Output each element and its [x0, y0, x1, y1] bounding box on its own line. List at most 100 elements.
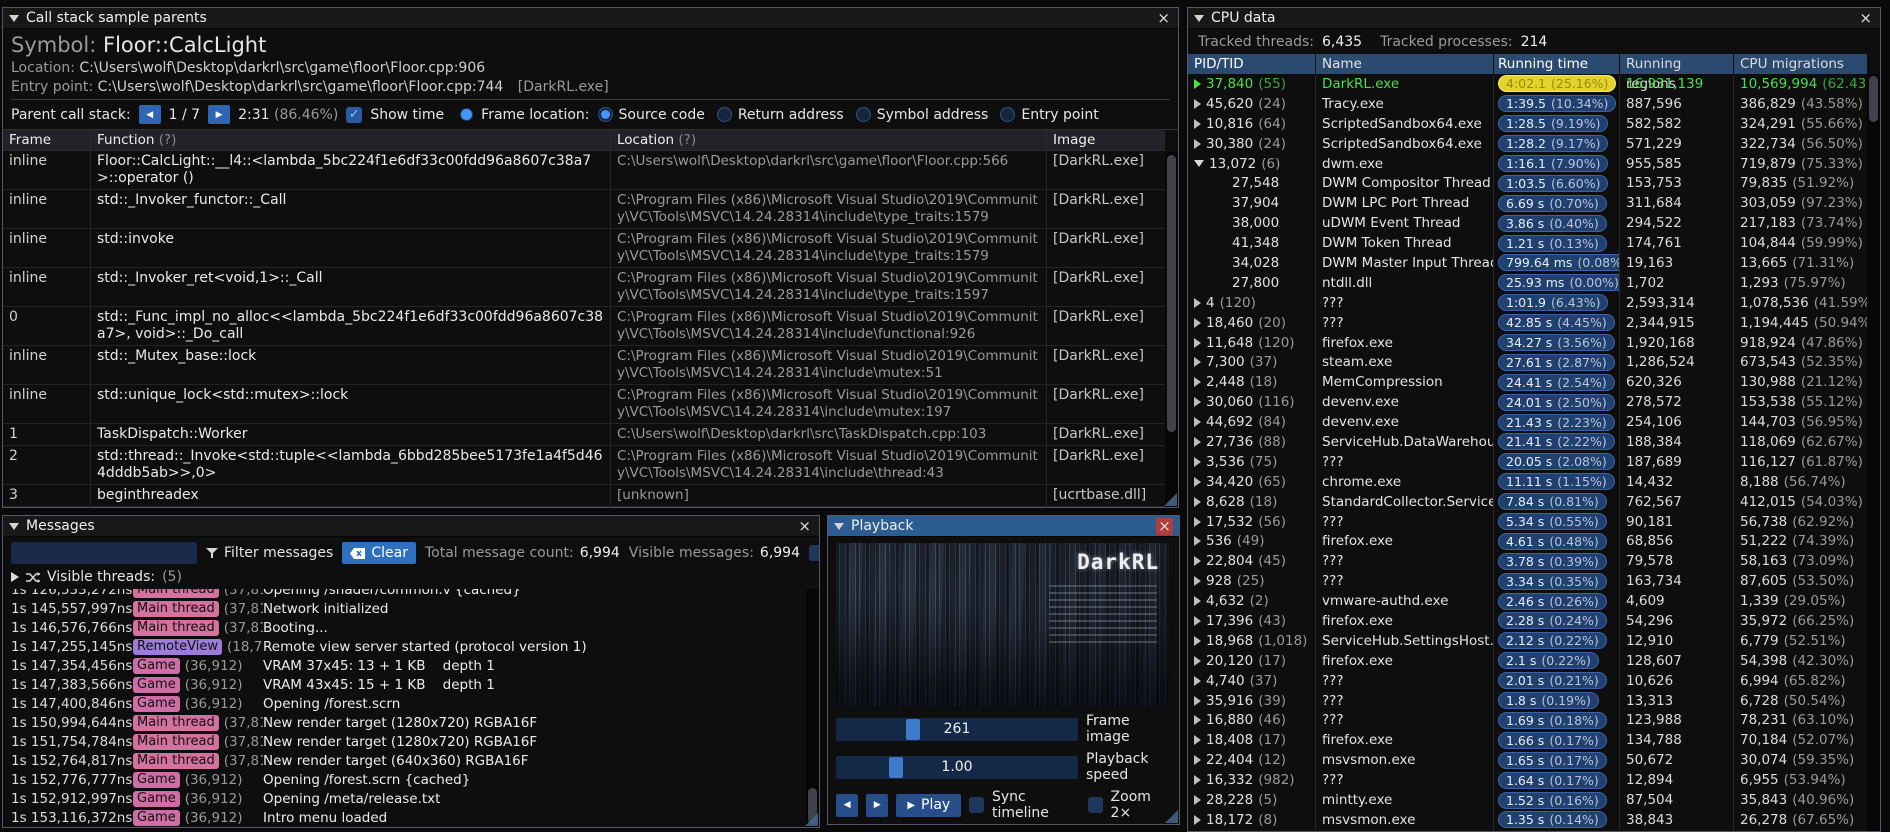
frame-location-radio[interactable]: Symbol address — [855, 107, 988, 123]
message-row[interactable]: 1s 126,533,272nsMain thread (37,812)Openi… — [11, 589, 805, 599]
column-header-location[interactable]: Location (?) — [611, 130, 1047, 151]
column-header-frame[interactable]: Frame — [3, 130, 91, 151]
callstack-table-row[interactable]: inline Floor::CalcLight::__l4::<lambda_5b… — [3, 151, 1165, 190]
clear-button[interactable]: Clear — [342, 542, 416, 564]
tree-expand-icon[interactable] — [11, 572, 19, 582]
expand-arrow-icon[interactable] — [1194, 476, 1201, 487]
cpu-table-row[interactable]: 13,072 (6) dwm.exe 1:16.1 (7.90%) 955,585 719,… — [1188, 153, 1867, 174]
next-parent-button[interactable]: ▶ — [208, 105, 231, 124]
visible-threads-row[interactable]: Visible threads: (5) — [3, 568, 819, 589]
close-icon[interactable]: × — [1156, 517, 1173, 535]
expand-arrow-icon[interactable] — [1194, 715, 1201, 726]
collapse-arrow-icon[interactable] — [834, 522, 844, 530]
sync-timeline-checkbox[interactable] — [969, 797, 984, 813]
prev-frame-button[interactable]: ◀ — [836, 793, 859, 817]
zoom-2x-checkbox[interactable] — [1087, 797, 1103, 813]
resize-grip[interactable] — [1164, 493, 1177, 506]
expand-arrow-icon[interactable] — [1194, 317, 1201, 328]
cpu-table-row[interactable]: 41,348 DWM Token Thread 1.21 s (0.13%) 174,7… — [1188, 233, 1867, 254]
close-icon[interactable]: × — [1857, 10, 1874, 26]
expand-arrow-icon[interactable] — [1194, 576, 1201, 587]
cpu-table-row[interactable]: 30,380 (24) ScriptedSandbox64.exe 1:28.2 (9.… — [1188, 133, 1867, 154]
filter-input[interactable] — [11, 542, 197, 564]
help-marker[interactable]: (?) — [678, 132, 696, 148]
cpu-table-row[interactable]: 928 (25)??? 3.34 s (0.35%) 163,734 87,605 (53.… — [1188, 571, 1867, 592]
expand-arrow-icon[interactable] — [1194, 596, 1201, 607]
expand-arrow-icon[interactable] — [1194, 516, 1201, 527]
column-header-pid-tid[interactable]: PID/TID — [1188, 54, 1316, 74]
expand-arrow-icon[interactable] — [1194, 397, 1201, 408]
message-row[interactable]: 1s 152,776,777ns Game (36,912) Opening /for… — [11, 770, 805, 789]
expand-arrow-icon[interactable] — [1194, 695, 1201, 706]
cpu-table-row[interactable]: 44,692 (84) devenv.exe 21.43 s (2.23%) 254,10… — [1188, 412, 1867, 433]
frame-location-radio[interactable]: Entry point — [1000, 107, 1099, 123]
message-row[interactable]: 1s 150,994,644nsMain thread(37,812)New r… — [11, 713, 805, 732]
expand-arrow-icon[interactable] — [1194, 436, 1201, 447]
cpu-table-row[interactable]: 8,628(18)StandardCollector.Service.exe7.… — [1188, 491, 1867, 512]
cpu-table-row[interactable]: 27,800 ntdll.dll 25.93 ms (0.00%) 1,702 1,293… — [1188, 272, 1867, 293]
cpu-table-row[interactable]: 2,448 (18) MemCompression 24.41 s (2.54%) 620… — [1188, 372, 1867, 393]
messages-scrollbar[interactable] — [806, 589, 819, 827]
expand-arrow-icon[interactable] — [1194, 337, 1201, 348]
scrollbar-thumb[interactable] — [1869, 76, 1878, 122]
cpu-table-row[interactable]: 38,000 uDWM Event Thread 3.86 s (0.40%) 294,… — [1188, 213, 1867, 234]
expand-arrow-icon[interactable] — [1194, 78, 1201, 89]
cpu-table-row[interactable]: 35,916 (39)??? 1.8 s (0.19%) 13,313 6,728 (50.… — [1188, 690, 1867, 711]
expand-arrow-icon[interactable] — [1194, 814, 1201, 825]
cpu-table-row[interactable]: 17,532 (56)??? 5.34 s (0.55%) 90,181 56,738 (6… — [1188, 511, 1867, 532]
help-marker[interactable]: (?) — [159, 132, 177, 148]
callstack-table-row[interactable]: inline std::_Invoker_ret<void,1>::_Call C:… — [3, 268, 1165, 307]
prev-parent-button[interactable]: ◀ — [138, 105, 161, 124]
message-row[interactable]: 1s 145,557,997nsMain thread(37,812)Netwo… — [11, 599, 805, 618]
playback-titlebar[interactable]: Playback × — [828, 516, 1179, 537]
expand-arrow-icon[interactable] — [1194, 735, 1201, 746]
resize-grip[interactable] — [805, 813, 818, 826]
callstack-table-row[interactable]: 2 std::thread::_Invoke<std::tuple<<lambda… — [3, 446, 1165, 485]
expand-arrow-icon[interactable] — [1194, 536, 1201, 547]
cpu-table-row[interactable]: 18,408 (17) firefox.exe 1.66 s (0.17%) 134,78… — [1188, 730, 1867, 751]
callstack-table-row[interactable]: inline std::_Invoker_functor::_Call C:\Pro… — [3, 190, 1165, 229]
close-icon[interactable]: × — [796, 518, 813, 534]
message-row[interactable]: 1s 151,754,784nsMain thread(37,812)New r… — [11, 732, 805, 751]
filter-messages-button[interactable]: Filter messages — [206, 545, 333, 561]
cpu-table-row[interactable]: 22,404 (12) msvsmon.exe 1.65 s (0.17%) 50,672… — [1188, 750, 1867, 771]
callstack-table-row[interactable]: 1 TaskDispatch::Worker C:\Users\wolf\Deskt… — [3, 424, 1165, 446]
expand-arrow-icon[interactable] — [1194, 556, 1201, 567]
expand-arrow-icon[interactable] — [1194, 357, 1201, 368]
cpu-table-row[interactable]: 536 (49) firefox.exe 4.61 s (0.48%) 68,856 51,… — [1188, 531, 1867, 552]
cpu-table-row[interactable]: 4,740 (37)??? 2.01 s (0.21%) 10,626 6,994 (65.… — [1188, 670, 1867, 691]
close-icon[interactable]: × — [1155, 10, 1172, 26]
expand-arrow-icon[interactable] — [1194, 417, 1201, 428]
cpu-table-row[interactable]: 30,060 (116) devenv.exe 24.01 s (2.50%) 278,5… — [1188, 392, 1867, 413]
messages-titlebar[interactable]: Messages × — [3, 516, 819, 537]
cpu-table-row[interactable]: 27,548 DWM Compositor Thread 1:03.5 (6.60%)… — [1188, 173, 1867, 194]
cpu-table-row[interactable]: 18,460 (20)??? 42.85 s (4.45%) 2,344,915 1,19… — [1188, 312, 1867, 333]
cpu-table-row[interactable]: 16,332 (982)??? 1.64 s (0.17%) 12,894 6,955 (5… — [1188, 770, 1867, 791]
expand-arrow-icon[interactable] — [1194, 775, 1201, 786]
message-row[interactable]: 1s 152,764,817nsMain thread(37,812)New r… — [11, 751, 805, 770]
cpu-scrollbar[interactable] — [1867, 74, 1880, 831]
expand-arrow-icon[interactable] — [1194, 496, 1201, 507]
callstack-scrollbar[interactable] — [1165, 152, 1178, 507]
expand-arrow-icon[interactable] — [1194, 377, 1201, 388]
cpu-table-row[interactable]: 10,816 (64) ScriptedSandbox64.exe 1:28.5 (9.… — [1188, 113, 1867, 134]
frame-image-slider[interactable]: 261 — [836, 717, 1078, 741]
cpu-table-row[interactable]: 27,736(88)ServiceHub.DataWarehouseHost.e… — [1188, 432, 1867, 452]
playback-speed-slider[interactable]: 1.00 — [836, 755, 1078, 779]
collapse-arrow-icon[interactable] — [1194, 14, 1204, 22]
play-button[interactable]: ▶ Play — [896, 793, 962, 817]
cpu-table-row[interactable]: 4,632 (2) vmware-authd.exe 2.46 s (0.26%) 4,6… — [1188, 591, 1867, 612]
message-row[interactable]: 1s 146,576,766nsMain thread(37,812)Booti… — [11, 618, 805, 637]
cpu-table-row[interactable]: 7,300 (37) steam.exe 27.61 s (2.87%) 1,286,52… — [1188, 352, 1867, 373]
expand-arrow-icon[interactable] — [1194, 138, 1201, 149]
scrollbar-thumb[interactable] — [1167, 155, 1176, 432]
cpu-table-row[interactable]: 37,904 DWM LPC Port Thread 6.69 s (0.70%) 31… — [1188, 193, 1867, 214]
collapse-arrow-icon[interactable] — [9, 522, 19, 530]
cpu-table-row[interactable]: 17,396 (43) firefox.exe 2.28 s (0.24%) 54,296… — [1188, 611, 1867, 631]
cpu-table-row[interactable]: 22,804 (45)??? 3.78 s (0.39%) 79,578 58,163 (7… — [1188, 551, 1867, 572]
cpu-table-row[interactable]: 28,228 (5) mintty.exe 1.52 s (0.16%) 87,504 35… — [1188, 790, 1867, 810]
column-header-running-time[interactable]: Running time — [1494, 54, 1620, 74]
expand-arrow-icon[interactable] — [1194, 456, 1201, 467]
expand-arrow-icon[interactable] — [1194, 795, 1201, 805]
callstack-table-row[interactable]: inline std::invoke C:\Program Files (x86)\… — [3, 229, 1165, 268]
